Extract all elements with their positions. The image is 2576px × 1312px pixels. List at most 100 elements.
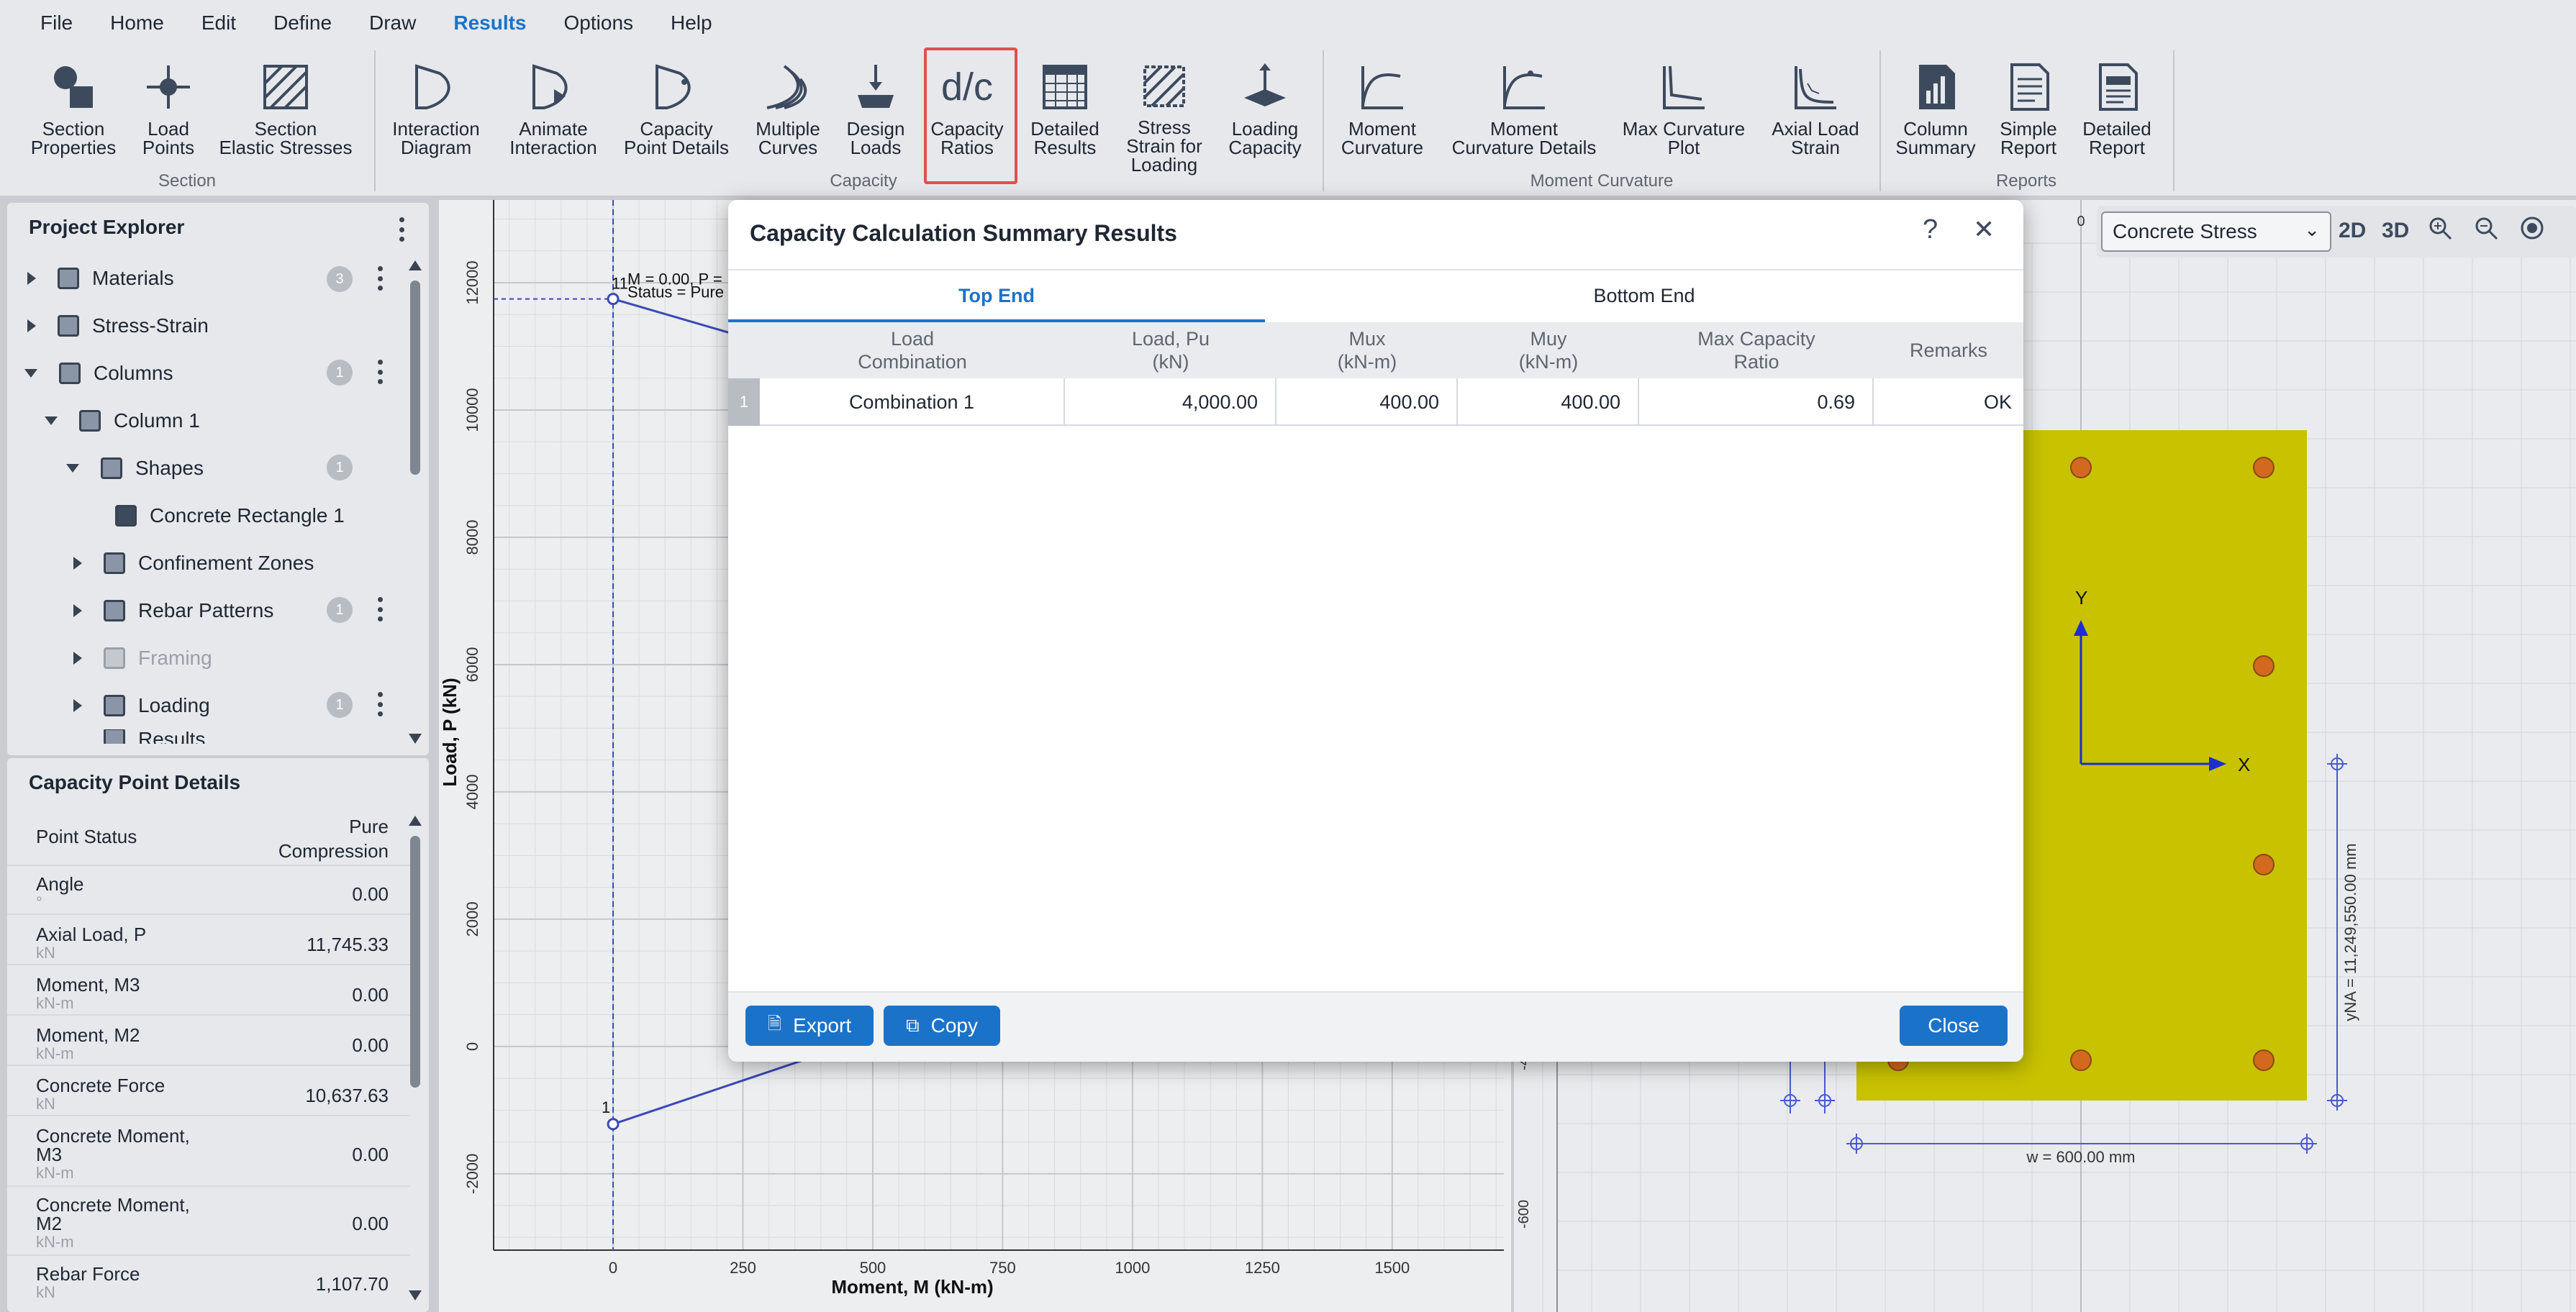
tree-label: Stress-Strain <box>92 314 209 337</box>
loading-capacity-label: Loading Capacity <box>1228 118 1302 158</box>
point-1-marker <box>607 1118 620 1131</box>
collapse-icon[interactable] <box>24 369 37 378</box>
multiple-curves-button[interactable]: Multiple Curves <box>745 46 830 174</box>
load-points-button[interactable]: Load Points <box>132 46 204 174</box>
tree-item-loading[interactable]: Loading <box>73 682 210 729</box>
scroll-up-icon[interactable] <box>409 816 422 826</box>
menu-options[interactable]: Options <box>545 0 653 46</box>
interaction-diagram-button[interactable]: Interaction Diagram <box>386 46 486 174</box>
moment-curvature-label: Moment Curvature <box>1341 118 1424 158</box>
tab-top-end[interactable]: Top End <box>728 270 1265 321</box>
animate-interaction-icon <box>521 55 586 119</box>
item-menu-icon[interactable] <box>377 692 383 716</box>
stress-strain-icon <box>58 315 79 337</box>
explorer-scrollbar[interactable] <box>410 281 420 475</box>
ribbon-group-section-label: Section <box>158 171 217 191</box>
tree-item-confinement-zones[interactable]: Confinement Zones <box>73 539 314 587</box>
view-3d-button[interactable]: 3D <box>2382 219 2409 243</box>
tree-item-materials[interactable]: Materials <box>27 255 174 302</box>
project-explorer-menu-icon[interactable] <box>399 217 404 242</box>
loading-icon <box>104 695 125 716</box>
y-tick-label: 6000 <box>463 647 481 682</box>
x-tick-label: 1000 <box>1115 1259 1150 1277</box>
expand-icon[interactable] <box>27 272 36 285</box>
scroll-down-icon[interactable] <box>409 734 422 744</box>
detailed-report-button[interactable]: Detailed Report <box>2072 46 2162 174</box>
details-scrollbar[interactable] <box>410 836 420 1088</box>
menu-edit[interactable]: Edit <box>183 0 255 46</box>
count-badge: 1 <box>327 692 353 718</box>
stress-strain-loading-button[interactable]: Stress Strain for Loading <box>1120 46 1209 174</box>
loading-capacity-button[interactable]: Loading Capacity <box>1220 46 1310 174</box>
column-header: Load, Pu (kN) <box>1131 328 1210 373</box>
section-properties-button[interactable]: Section Properties <box>29 46 118 174</box>
menu-define[interactable]: Define <box>255 0 350 46</box>
detail-name: Moment, M2 <box>36 1024 140 1046</box>
expand-icon[interactable] <box>73 652 82 665</box>
item-menu-icon[interactable] <box>377 266 383 291</box>
count-badge: 3 <box>327 266 353 292</box>
y-tick-label: 8000 <box>463 519 481 555</box>
simple-report-button[interactable]: Simple Report <box>1989 46 2068 174</box>
item-menu-icon[interactable] <box>377 597 383 621</box>
result-type-dropdown[interactable]: Concrete Stress ⌄ <box>2101 211 2331 252</box>
tree-item-framing[interactable]: Framing <box>73 634 212 682</box>
scroll-down-icon[interactable] <box>409 1290 422 1300</box>
animate-interaction-button[interactable]: Animate Interaction <box>501 46 606 174</box>
axis-x-label: X <box>2238 754 2250 775</box>
copy-button[interactable]: ⧉ Copy <box>884 1006 1000 1046</box>
rebar-icon <box>104 600 125 621</box>
detailed-results-button[interactable]: Detailed Results <box>1022 46 1108 174</box>
axial-load-strain-button[interactable]: Axial Load Strain <box>1763 46 1868 174</box>
item-menu-icon[interactable] <box>377 360 383 384</box>
column-header: Muy (kN-m) <box>1518 328 1579 373</box>
detail-row: Moment, M3 kN-m 0.00 <box>7 967 410 1016</box>
zoom-fit-icon[interactable] <box>2520 216 2544 246</box>
column-summary-button[interactable]: Column Summary <box>1891 46 1980 174</box>
export-button[interactable]: 🗎 Export <box>745 1006 874 1046</box>
menu-home[interactable]: Home <box>91 0 183 46</box>
rebar-dot <box>2253 1049 2275 1071</box>
ribbon-separator <box>1879 50 1881 191</box>
menu-help[interactable]: Help <box>652 0 731 46</box>
tree-label: Shapes <box>135 457 204 479</box>
ribbon-toolbar: Section Properties Load Points Section E… <box>0 46 2576 196</box>
tree-item-shapes[interactable]: Shapes <box>66 445 204 492</box>
point-11-marker <box>607 293 620 306</box>
section-elastic-stresses-button[interactable]: Section Elastic Stresses <box>216 46 355 174</box>
tree-item-column-1[interactable]: Column 1 <box>45 397 200 445</box>
design-loads-button[interactable]: Design Loads <box>839 46 912 174</box>
expand-icon[interactable] <box>73 604 82 617</box>
scroll-up-icon[interactable] <box>409 260 422 270</box>
tree-item-stress-strain[interactable]: Stress-Strain <box>27 302 209 350</box>
view-2d-button[interactable]: 2D <box>2339 219 2366 243</box>
menu-file[interactable]: File <box>22 0 91 46</box>
expand-icon[interactable] <box>27 319 36 332</box>
menu-results[interactable]: Results <box>435 0 545 46</box>
detail-name: Angle <box>36 873 84 895</box>
expand-icon[interactable] <box>73 699 82 712</box>
moment-curvature-button[interactable]: Moment Curvature <box>1335 46 1429 174</box>
help-icon[interactable]: ? <box>1923 214 1938 245</box>
table-row[interactable]: 1 Combination 1 4,000.00 400.00 400.00 0… <box>728 378 2023 426</box>
collapse-icon[interactable] <box>45 416 58 425</box>
expand-icon[interactable] <box>73 557 82 570</box>
tree-item-rebar-patterns[interactable]: Rebar Patterns <box>73 587 273 634</box>
materials-icon <box>58 268 79 289</box>
tree-item-columns[interactable]: Columns <box>24 350 173 397</box>
moment-curvature-details-button[interactable]: Moment Curvature Details <box>1446 46 1602 174</box>
zoom-out-icon[interactable] <box>2474 216 2498 246</box>
close-icon[interactable]: ✕ <box>1973 214 1995 245</box>
tree-item-concrete-rectangle[interactable]: Concrete Rectangle 1 <box>115 492 345 539</box>
tab-bottom-end[interactable]: Bottom End <box>1265 270 2023 321</box>
tree-item-results[interactable]: Results <box>73 729 289 744</box>
capacity-point-details-button[interactable]: Capacity Point Details <box>620 46 733 174</box>
max-curvature-plot-button[interactable]: Max Curvature Plot <box>1616 46 1751 174</box>
capacity-point-icon <box>644 55 709 119</box>
multiple-curves-label: Multiple Curves <box>756 118 820 158</box>
close-button[interactable]: Close <box>1900 1006 2008 1046</box>
zoom-in-icon[interactable] <box>2428 216 2452 246</box>
menu-draw[interactable]: Draw <box>350 0 435 46</box>
collapse-icon[interactable] <box>66 464 79 473</box>
y-tick-label: 4000 <box>463 774 481 809</box>
